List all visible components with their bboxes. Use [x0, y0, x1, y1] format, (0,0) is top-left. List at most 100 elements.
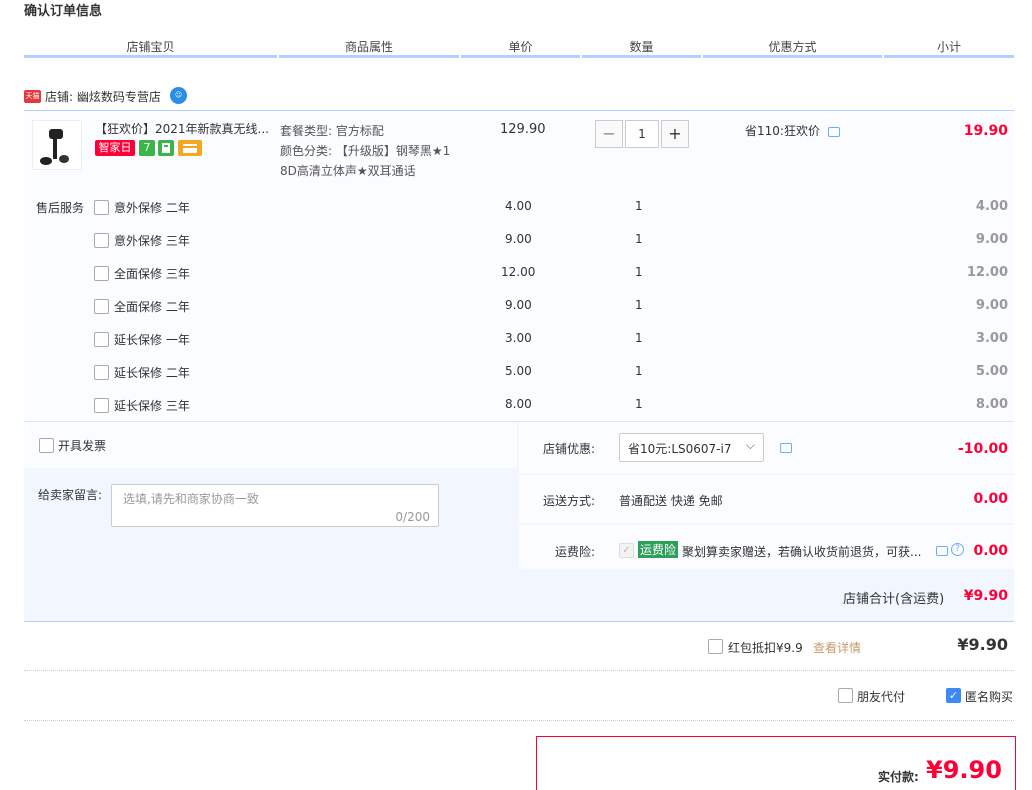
- service-checkbox[interactable]: [94, 365, 109, 380]
- anonymous-label: 匿名购买: [965, 690, 1014, 704]
- col-header-price: 单价: [508, 40, 533, 54]
- anonymous-checkbox[interactable]: ✓: [946, 688, 961, 703]
- service-checkbox[interactable]: [94, 398, 109, 413]
- header-underline: [703, 55, 882, 58]
- guarantee-icon: [158, 140, 174, 156]
- shipping-label: 运送方式:: [543, 494, 596, 508]
- service-checkbox[interactable]: [94, 266, 109, 281]
- tag-smart-home-day: 智家日: [95, 140, 135, 156]
- service-price: 4.00: [505, 199, 532, 213]
- coupon-amount: -10.00: [957, 441, 1008, 457]
- memo-counter: 0/200: [395, 510, 430, 524]
- redpacket-checkbox[interactable]: [708, 639, 723, 654]
- service-price: 12.00: [501, 265, 536, 279]
- qty-decrease-button[interactable]: −: [595, 120, 623, 148]
- shop-total-label: 店铺合计(含运费): [843, 592, 945, 607]
- service-name: 延长保修 一年: [114, 333, 190, 347]
- memo-textarea[interactable]: 选填,请先和商家协商一致 0/200: [111, 484, 439, 527]
- qty-input[interactable]: 1: [625, 120, 659, 148]
- coupon-info-icon[interactable]: [780, 443, 792, 453]
- friend-pay-checkbox[interactable]: [838, 688, 853, 703]
- service-qty: 1: [635, 199, 643, 213]
- shop-total-amount: ¥9.90: [963, 588, 1008, 604]
- wangwang-chat-icon[interactable]: ☺: [170, 87, 187, 104]
- promo-text: 省110:狂欢价: [745, 124, 820, 138]
- service-subtotal: 9.00: [975, 298, 1008, 313]
- pay-amount: ¥9.90: [926, 756, 1002, 784]
- service-price: 8.00: [505, 397, 532, 411]
- tmall-badge: 天猫: [24, 90, 41, 103]
- service-name: 延长保修 三年: [114, 399, 190, 413]
- service-qty: 1: [635, 364, 643, 378]
- chevron-down-icon: ⌵: [745, 438, 755, 452]
- service-name: 意外保修 二年: [114, 201, 190, 215]
- col-header-attr: 商品属性: [344, 40, 393, 54]
- qty-increase-button[interactable]: +: [661, 120, 689, 148]
- product-image[interactable]: [32, 120, 82, 170]
- service-subtotal: 5.00: [975, 364, 1008, 379]
- header-underline: [24, 55, 277, 58]
- redpacket-amount: ¥9.90: [957, 635, 1008, 654]
- unit-price: 129.90: [500, 122, 546, 137]
- insurance-amount: 0.00: [973, 543, 1008, 559]
- service-name: 意外保修 三年: [114, 234, 190, 248]
- header-underline: [582, 55, 701, 58]
- col-header-promo: 优惠方式: [768, 40, 817, 54]
- service-qty: 1: [635, 397, 643, 411]
- service-checkbox[interactable]: [94, 200, 109, 215]
- page-title: 确认订单信息: [24, 4, 103, 19]
- invoice-checkbox[interactable]: [39, 438, 54, 453]
- col-header-subtotal: 小计: [936, 40, 961, 54]
- friend-pay-label: 朋友代付: [857, 690, 906, 704]
- tag-7-day-return: 7: [139, 140, 155, 156]
- help-icon[interactable]: ?: [951, 543, 964, 556]
- divider: [24, 670, 1014, 671]
- service-checkbox[interactable]: [94, 233, 109, 248]
- service-name: 全面保修 二年: [114, 300, 190, 314]
- insurance-checkbox: ✓: [619, 543, 634, 558]
- service-subtotal: 8.00: [975, 397, 1008, 412]
- coupon-label: 店铺优惠:: [543, 442, 596, 456]
- sku-color-cont: 8D高清立体声★双耳通话: [280, 164, 416, 178]
- invoice-label: 开具发票: [58, 439, 107, 453]
- header-underline: [279, 55, 459, 58]
- col-header-item: 店铺宝贝: [126, 40, 175, 54]
- service-price: 9.00: [505, 298, 532, 312]
- service-name: 延长保修 二年: [114, 366, 190, 380]
- product-title[interactable]: 【狂欢价】2021年新款真无线...: [95, 120, 273, 137]
- redpacket-label: 红包抵扣¥9.9: [728, 641, 803, 655]
- service-qty: 1: [635, 298, 643, 312]
- service-price: 3.00: [505, 331, 532, 345]
- sku-package: 套餐类型: 官方标配: [280, 124, 384, 138]
- service-subtotal: 12.00: [966, 265, 1008, 280]
- service-checkbox[interactable]: [94, 299, 109, 314]
- service-name: 全面保修 三年: [114, 267, 190, 281]
- shipping-value: 普通配送 快递 免邮: [619, 494, 723, 508]
- service-qty: 1: [635, 265, 643, 279]
- header-underline: [461, 55, 580, 58]
- divider: [24, 720, 1014, 721]
- shop-name[interactable]: 店铺: 幽炫数码专营店: [45, 88, 161, 105]
- service-checkbox[interactable]: [94, 332, 109, 347]
- service-qty: 1: [635, 232, 643, 246]
- insurance-message-icon[interactable]: [936, 546, 948, 556]
- col-header-qty: 数量: [629, 40, 654, 54]
- service-qty: 1: [635, 331, 643, 345]
- coupon-select[interactable]: 省10元:LS0607-i7 ⌵: [619, 433, 764, 462]
- after-sales-label: 售后服务: [36, 201, 85, 215]
- credit-card-icon: [178, 140, 202, 156]
- service-price: 9.00: [505, 232, 532, 246]
- panel-divider: [24, 621, 1014, 622]
- promo-message-icon[interactable]: [828, 127, 840, 137]
- service-price: 5.00: [505, 364, 532, 378]
- coupon-select-value: 省10元:LS0607-i7: [628, 442, 732, 456]
- item-subtotal: 19.90: [963, 123, 1008, 139]
- insurance-label: 运费险:: [555, 545, 596, 559]
- header-underline: [884, 55, 1014, 58]
- pay-label: 实付款:: [878, 770, 919, 784]
- insurance-badge: 运费险: [638, 541, 679, 558]
- memo-label: 给卖家留言:: [38, 488, 103, 502]
- redpacket-details-link[interactable]: 查看详情: [813, 639, 861, 656]
- insurance-text: 聚划算卖家赠送，若确认收货前退货，可获...: [682, 545, 922, 559]
- memo-placeholder: 选填,请先和商家协商一致: [123, 492, 259, 506]
